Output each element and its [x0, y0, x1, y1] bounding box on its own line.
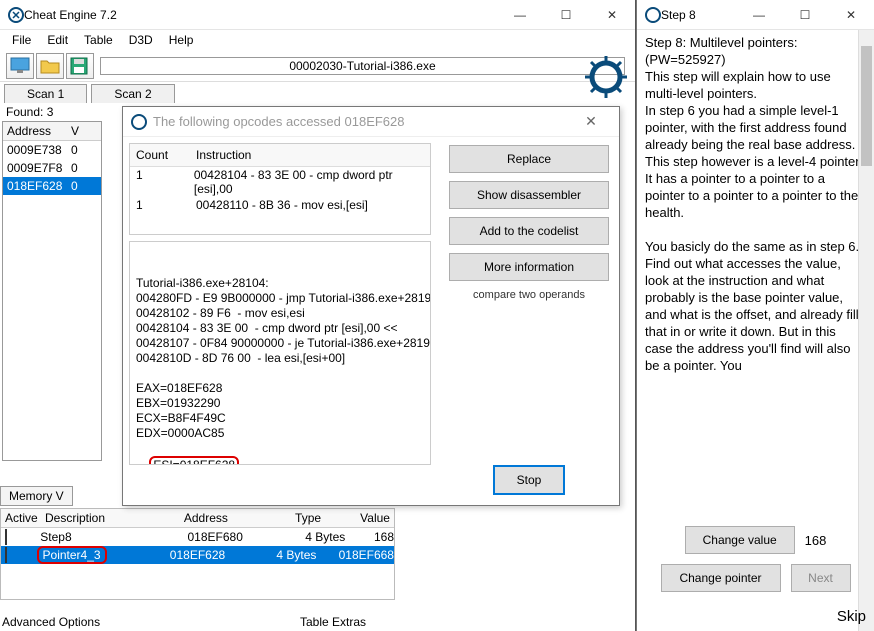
scan-results[interactable]: Address V 0009E7380 0009E7F80 018EF6280 — [2, 121, 102, 461]
folder-open-icon — [40, 57, 60, 75]
close-button[interactable]: ✕ — [589, 0, 635, 30]
address-list[interactable]: Active Description Address Type Value St… — [0, 508, 395, 600]
col-addr[interactable]: Address — [180, 509, 291, 527]
scrollbar[interactable] — [858, 30, 874, 631]
minimize-button[interactable]: — — [736, 0, 782, 30]
cheat-engine-logo — [583, 54, 629, 100]
skip-link[interactable]: Skip — [837, 608, 866, 625]
desc-cell[interactable]: Step8 — [40, 530, 187, 544]
app-icon — [645, 7, 661, 23]
esi-highlight: ESI=018EF628 — [149, 456, 239, 465]
save-button[interactable] — [66, 53, 94, 79]
col-active[interactable]: Active — [1, 509, 41, 527]
col-type[interactable]: Type — [291, 509, 356, 527]
process-name-bar[interactable]: 00002030-Tutorial-i386.exe — [100, 57, 625, 75]
col-instruction[interactable]: Instruction — [190, 144, 257, 166]
result-row-selected: 018EF6280 — [3, 177, 101, 195]
toolbar: 00002030-Tutorial-i386.exe — [0, 50, 635, 82]
table-extras[interactable]: Table Extras — [300, 615, 366, 629]
col-value[interactable]: Value — [356, 509, 394, 527]
advanced-options[interactable]: Advanced Options — [2, 615, 100, 629]
tutorial-body[interactable]: Step 8: Multilevel pointers: (PW=525927)… — [637, 30, 874, 520]
dialog-title: The following opcodes accessed 018EF628 — [153, 114, 571, 129]
col-address[interactable]: Address — [3, 122, 67, 140]
opcode-list[interactable]: Count Instruction 100428104 - 83 3E 00 -… — [129, 143, 431, 235]
open-process-button[interactable] — [6, 53, 34, 79]
result-row: 0009E7380 — [3, 141, 101, 159]
floppy-icon — [70, 57, 90, 75]
opcode-access-dialog: The following opcodes accessed 018EF628 … — [122, 106, 620, 506]
tab-scan-1[interactable]: Scan 1 — [4, 84, 87, 103]
main-title: Cheat Engine 7.2 — [24, 8, 497, 22]
close-button[interactable]: ✕ — [828, 0, 874, 30]
active-checkbox[interactable] — [5, 529, 7, 545]
monitor-icon — [10, 57, 30, 75]
hint-text: compare two operands — [449, 289, 609, 301]
close-icon[interactable]: ✕ — [571, 113, 611, 130]
col-value[interactable]: V — [67, 122, 83, 140]
app-icon — [8, 7, 24, 23]
menu-table[interactable]: Table — [78, 31, 119, 49]
col-count[interactable]: Count — [130, 144, 190, 166]
tutorial-window: Step 8 — ☐ ✕ Step 8: Multilevel pointers… — [636, 0, 874, 631]
menu-bar: File Edit Table D3D Help — [0, 30, 635, 50]
show-disassembler-button[interactable]: Show disassembler — [449, 181, 609, 209]
maximize-button[interactable]: ☐ — [782, 0, 828, 30]
minimize-button[interactable]: — — [497, 0, 543, 30]
menu-d3d[interactable]: D3D — [123, 31, 159, 49]
tutorial-title: Step 8 — [661, 8, 736, 22]
col-desc[interactable]: Description — [41, 509, 180, 527]
maximize-button[interactable]: ☐ — [543, 0, 589, 30]
opcode-row: 100428104 - 83 3E 00 - cmp dword ptr [es… — [130, 167, 430, 197]
next-button: Next — [791, 564, 851, 592]
menu-help[interactable]: Help — [163, 31, 200, 49]
tab-memory-view[interactable]: Memory V — [0, 486, 73, 506]
app-icon — [131, 114, 147, 130]
opcode-row: 100428110 - 8B 36 - mov esi,[esi] — [130, 197, 430, 213]
address-row: Step8 018EF680 4 Bytes 168 — [1, 528, 394, 546]
tutorial-heading: Step 8: Multilevel pointers: (PW=525927) — [645, 34, 866, 68]
menu-edit[interactable]: Edit — [41, 31, 74, 49]
menu-file[interactable]: File — [6, 31, 37, 49]
desc-cell-circled[interactable]: Pointer4_3 — [37, 546, 107, 564]
add-to-codelist-button[interactable]: Add to the codelist — [449, 217, 609, 245]
address-row-selected: Pointer4_3 018EF628 4 Bytes 018EF668 — [1, 546, 394, 564]
tab-scan-2[interactable]: Scan 2 — [91, 84, 174, 103]
change-pointer-button[interactable]: Change pointer — [661, 564, 781, 592]
tutorial-text: This step will explain how to use multi-… — [645, 68, 866, 374]
scan-tabs: Scan 1 Scan 2 — [0, 84, 635, 103]
main-titlebar: Cheat Engine 7.2 — ☐ ✕ — [0, 0, 635, 30]
active-checkbox[interactable] — [5, 547, 7, 563]
result-row: 0009E7F80 — [3, 159, 101, 177]
more-information-button[interactable]: More information — [449, 253, 609, 281]
change-value-button[interactable]: Change value — [685, 526, 795, 554]
replace-button[interactable]: Replace — [449, 145, 609, 173]
scrollbar-thumb[interactable] — [861, 46, 872, 166]
open-file-button[interactable] — [36, 53, 64, 79]
disassembly-panel[interactable]: Tutorial-i386.exe+28104: 004280FD - E9 9… — [129, 241, 431, 465]
tutorial-value: 168 — [805, 533, 827, 548]
stop-button[interactable]: Stop — [493, 465, 565, 495]
